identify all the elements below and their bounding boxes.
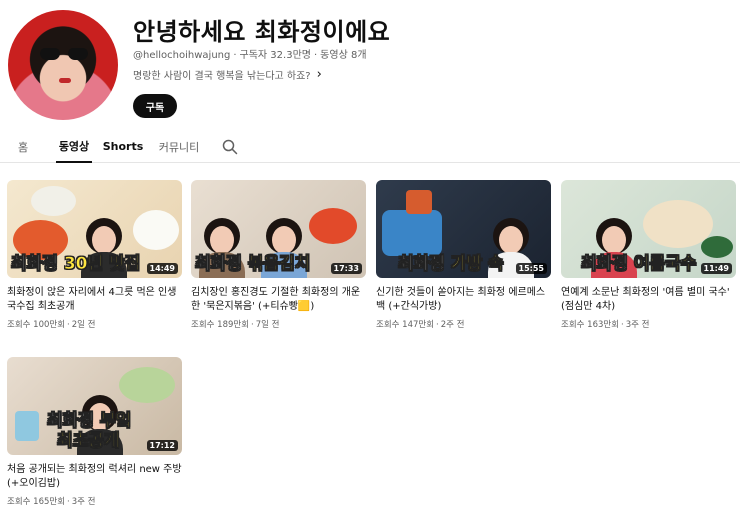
channel-meta: @hellochoihwajung · 구독자 32.3만명 · 동영상 8개: [133, 46, 367, 61]
channel-description-link[interactable]: 명랑한 사람이 결국 행복을 낚는다고 하죠? ›: [133, 67, 322, 82]
bowl-shape: [309, 208, 357, 244]
bowl-shape: [31, 186, 76, 216]
sunglasses-icon: [40, 48, 88, 60]
channel-description: 명랑한 사람이 결국 행복을 낚는다고 하죠?: [133, 71, 311, 82]
lips-shape: [59, 78, 71, 83]
item-shape: [15, 411, 39, 441]
video-title[interactable]: 최화정이 앉은 자리에서 4그릇 먹은 인생 국수집 최초공개: [7, 286, 182, 314]
video-stats: 조회수 165만회 · 3주 전: [7, 497, 96, 507]
video-thumbnail[interactable]: 최화정 여름국수 11:49: [561, 180, 736, 278]
separator-dot: ·: [233, 50, 237, 61]
plate-shape: [119, 367, 175, 403]
duration-badge: 11:49: [700, 263, 732, 274]
video-title[interactable]: 처음 공개되는 최화정의 럭셔리 new 주방 (+오이김밥): [7, 463, 182, 491]
video-thumbnail[interactable]: 최화정 가방 속 15:55: [376, 180, 551, 278]
video-card[interactable]: 최화정 30년 맛집 14:49 최화정이 앉은 자리에서 4그릇 먹은 인생 …: [7, 180, 182, 330]
video-card[interactable]: 최화정 여름국수 11:49 연예계 소문난 최화정의 '여름 별미 국수' (…: [561, 180, 736, 330]
tab-community[interactable]: 커뮤니티: [154, 130, 204, 163]
tab-shorts[interactable]: Shorts: [103, 130, 144, 163]
video-title[interactable]: 연예계 소문난 최화정의 '여름 별미 국수' (점심만 4차): [561, 286, 736, 314]
video-card[interactable]: 최화정 가방 속 15:55 신기한 것들이 쏟아지는 최화정 에르메스백 (+…: [376, 180, 551, 330]
video-stats: 조회수 147만회 · 2주 전: [376, 320, 465, 330]
channel-handle: @hellochoihwajung: [133, 50, 231, 61]
channel-tabs: 홈 동영상 Shorts 커뮤니티: [0, 130, 740, 163]
chevron-right-icon: ›: [316, 67, 322, 82]
video-card[interactable]: 최화정 부엌 최초공개 17:12 처음 공개되는 최화정의 럭셔리 new 주…: [7, 357, 182, 507]
video-count: 동영상 8개: [320, 50, 367, 61]
subscribe-button[interactable]: 구독: [133, 94, 177, 118]
video-thumbnail[interactable]: 최화정 30년 맛집 14:49: [7, 180, 182, 278]
tab-home[interactable]: 홈: [10, 130, 36, 163]
item-shape: [406, 190, 432, 214]
video-stats: 조회수 163만회 · 3주 전: [561, 320, 650, 330]
tab-videos[interactable]: 동영상: [56, 130, 92, 163]
video-title[interactable]: 신기한 것들이 쏟아지는 최화정 에르메스백 (+간식가방): [376, 286, 551, 314]
channel-name: 안녕하세요 최화정이에요: [133, 18, 391, 46]
video-stats: 조회수 100만회 · 2일 전: [7, 320, 96, 330]
subscriber-count: 구독자 32.3만명: [239, 50, 311, 61]
video-stats: 조회수 189만회 · 7일 전: [191, 320, 280, 330]
duration-badge: 14:49: [146, 263, 178, 274]
duration-badge: 17:33: [330, 263, 362, 274]
search-icon[interactable]: [222, 139, 238, 155]
channel-avatar[interactable]: [8, 10, 118, 120]
video-thumbnail[interactable]: 최화정 부엌 최초공개 17:12: [7, 357, 182, 455]
bowl-shape: [133, 210, 179, 250]
video-card[interactable]: 최화정 볶음김치 17:33 김치장인 홍진경도 기절한 최화정의 개운한 '묵…: [191, 180, 366, 330]
separator-dot: ·: [313, 50, 318, 61]
duration-badge: 17:12: [146, 440, 178, 451]
video-thumbnail[interactable]: 최화정 볶음김치 17:33: [191, 180, 366, 278]
video-title[interactable]: 김치장인 홍진경도 기절한 최화정의 개운한 '묵은지볶음' (+티슈빵🟨): [191, 286, 366, 314]
duration-badge: 15:55: [515, 263, 547, 274]
